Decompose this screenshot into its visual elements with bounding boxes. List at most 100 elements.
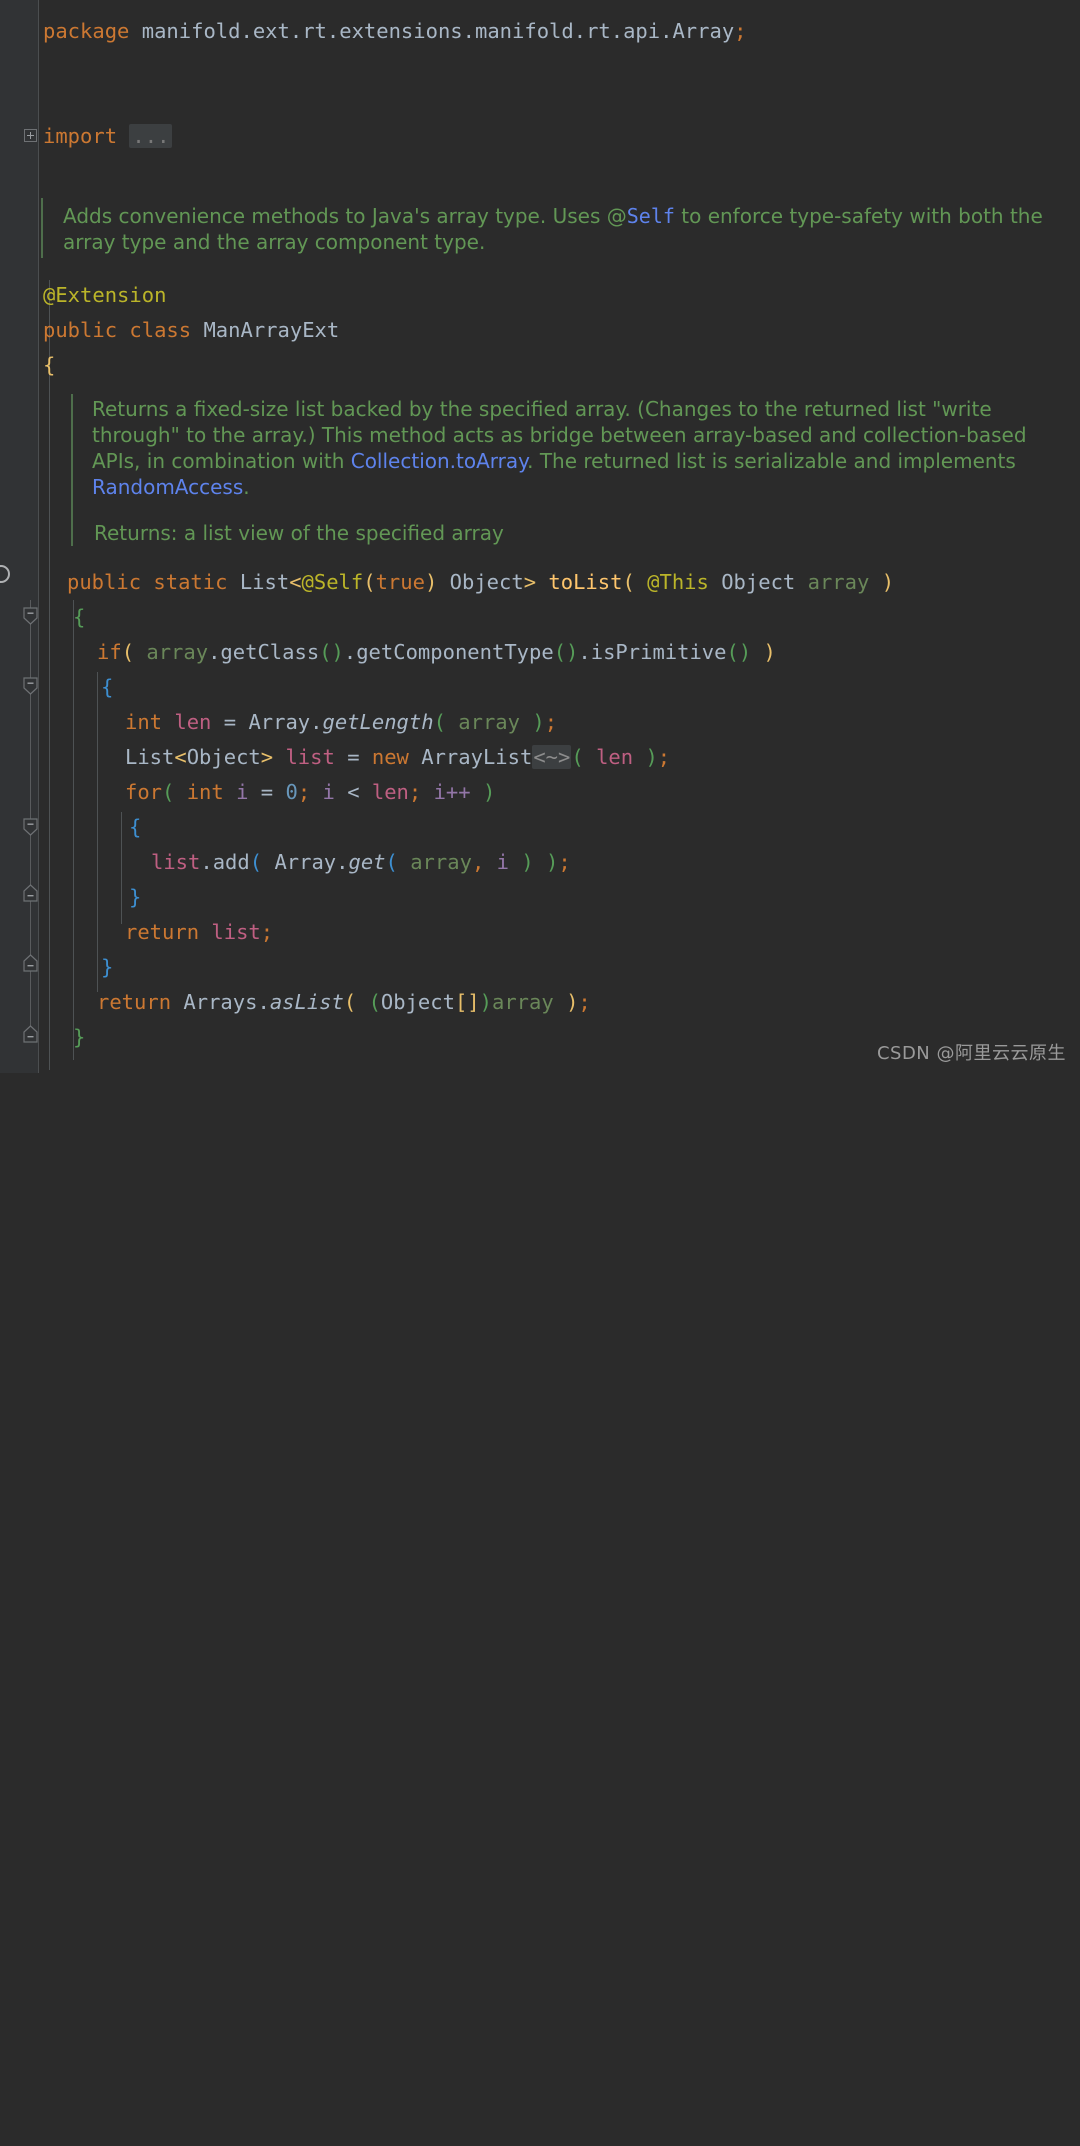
line-class-open-brace[interactable]: { xyxy=(43,348,55,383)
if-receiver: array xyxy=(146,640,209,664)
diamond-fold-inlay[interactable]: <~> xyxy=(532,745,572,769)
line-class-declaration[interactable]: public class ManArrayExt xyxy=(43,313,339,348)
if-paren-open: ( xyxy=(121,640,135,664)
class-name: ManArrayExt xyxy=(203,318,340,342)
assign-operator: = xyxy=(223,710,237,734)
if-open-brace: { xyxy=(101,675,114,699)
cond-right-len: len xyxy=(371,780,409,804)
paren-open: ( xyxy=(249,850,263,874)
receiver-list: list xyxy=(151,850,201,874)
type-int: int xyxy=(125,710,163,734)
class-doc-text-1: Adds convenience methods to Java's array… xyxy=(63,204,627,228)
indent-guide xyxy=(121,812,122,924)
line-for-open-brace[interactable]: { xyxy=(129,810,141,845)
paren-close: ) xyxy=(645,745,658,769)
keyword-return: return xyxy=(125,920,200,944)
line-list-declaration[interactable]: List<Object> list = new ArrayList<~>( le… xyxy=(125,740,670,775)
indent-guide xyxy=(73,600,74,1060)
method-get: get xyxy=(348,850,386,874)
generic-open: < xyxy=(289,570,302,594)
cond-left-i: i xyxy=(322,780,335,804)
cast-paren-open: ( xyxy=(368,990,381,1014)
line-method-signature[interactable]: public static List<@Self(true) Object> t… xyxy=(67,565,894,600)
line-method-close-brace[interactable]: } xyxy=(73,1020,85,1055)
line-if-statement[interactable]: if( array.getClass().getComponentType().… xyxy=(97,635,776,670)
plus-square-icon[interactable] xyxy=(24,129,37,142)
paren-close: ) xyxy=(532,710,545,734)
cast-array-brackets: [] xyxy=(454,990,480,1014)
keyword-import: import xyxy=(43,124,118,148)
semicolon-1: ; xyxy=(297,780,311,804)
if-call-1-parens: () xyxy=(319,640,344,664)
cast-type-object: Object xyxy=(380,990,455,1014)
method-doc-ref-randomaccess[interactable]: RandomAccess xyxy=(92,475,243,499)
generic-type-arg: Object xyxy=(437,570,524,594)
class-javadoc: Adds convenience methods to Java's array… xyxy=(63,203,1043,255)
class-doc-self-link[interactable]: Self xyxy=(627,204,675,228)
keyword-if: if xyxy=(97,640,122,664)
method-doc-returns: Returns: a list view of the specified ar… xyxy=(94,521,504,545)
for-paren-open: ( xyxy=(162,780,175,804)
semicolon: ; xyxy=(734,19,747,43)
class-ref-arrays: Arrays xyxy=(183,990,258,1014)
inner-paren-open: ( xyxy=(385,850,398,874)
modifier-public: public xyxy=(67,570,142,594)
keyword-for: for xyxy=(125,780,163,804)
fold-end-for-body[interactable] xyxy=(23,884,38,902)
generic-close: > xyxy=(260,745,274,769)
code-content[interactable]: package manifold.ext.rt.extensions.manif… xyxy=(39,0,1080,1073)
editor-gutter xyxy=(0,0,38,1073)
for-open-brace: { xyxy=(129,815,142,839)
literal-zero: 0 xyxy=(285,780,298,804)
line-package[interactable]: package manifold.ext.rt.extensions.manif… xyxy=(43,14,747,49)
fold-start-if-body[interactable] xyxy=(23,677,38,695)
line-for-close-brace[interactable]: } xyxy=(129,880,141,915)
semicolon-2: ; xyxy=(408,780,422,804)
import-fold-placeholder[interactable]: ... xyxy=(129,124,173,148)
fold-start-method-body[interactable] xyxy=(23,607,38,625)
csdn-watermark: CSDN @阿里云云原生 xyxy=(876,1043,1066,1064)
fold-end-if-body[interactable] xyxy=(23,954,38,972)
indent-guide xyxy=(97,672,98,992)
dot: . xyxy=(310,710,323,734)
inner-dot: . xyxy=(336,850,349,874)
line-class-annotation[interactable]: @Extension xyxy=(43,278,166,313)
line-method-open-brace[interactable]: { xyxy=(73,600,85,635)
if-call-2-parens: () xyxy=(553,640,579,664)
assign-operator: = xyxy=(347,745,360,769)
line-if-close-brace[interactable]: } xyxy=(101,950,113,985)
fold-end-method-body[interactable] xyxy=(23,1025,38,1043)
line-add-statement[interactable]: list.add( Array.get( array, i ) ); xyxy=(151,845,571,880)
modifier-static: static xyxy=(153,570,228,594)
line-return-aslist[interactable]: return Arrays.asList( (Object[])array ); xyxy=(97,985,591,1020)
line-len-declaration[interactable]: int len = Array.getLength( array ); xyxy=(125,705,557,740)
inner-paren-close: ) xyxy=(521,850,534,874)
method-add: add xyxy=(212,850,250,874)
line-for-statement[interactable]: for( int i = 0; i < len; i++ ) xyxy=(125,775,495,810)
fold-start-for-body[interactable] xyxy=(23,818,38,836)
class-ref-arraylist: ArrayList xyxy=(421,745,533,769)
line-if-open-brace[interactable]: { xyxy=(101,670,113,705)
method-doc-ref-collection[interactable]: Collection.toArray xyxy=(351,449,527,473)
semicolon: ; xyxy=(578,990,591,1014)
dot: . xyxy=(257,990,270,1014)
semicolon: ; xyxy=(260,920,274,944)
keyword-class: class xyxy=(129,318,192,342)
paren-close: ) xyxy=(566,990,579,1014)
package-name: manifold.ext.rt.extensions.manifold.rt.a… xyxy=(141,19,735,43)
comma: , xyxy=(471,850,485,874)
if-call-getcomponenttype: .getComponentType xyxy=(343,640,554,664)
annotation-this: @This xyxy=(647,570,709,594)
generic-close: > xyxy=(523,570,537,594)
line-import[interactable]: import ... xyxy=(43,119,173,154)
keyword-new: new xyxy=(371,745,409,769)
variable-i: i xyxy=(236,780,249,804)
cast-paren-close: ) xyxy=(479,990,492,1014)
return-type: List xyxy=(239,570,290,594)
method-close-brace: } xyxy=(73,1025,86,1049)
for-paren-close: ) xyxy=(482,780,496,804)
line-return-list[interactable]: return list; xyxy=(125,915,273,950)
self-arg-close: ) xyxy=(424,570,438,594)
method-aslist: asList xyxy=(269,990,344,1014)
if-call-getclass: .getClass xyxy=(208,640,320,664)
